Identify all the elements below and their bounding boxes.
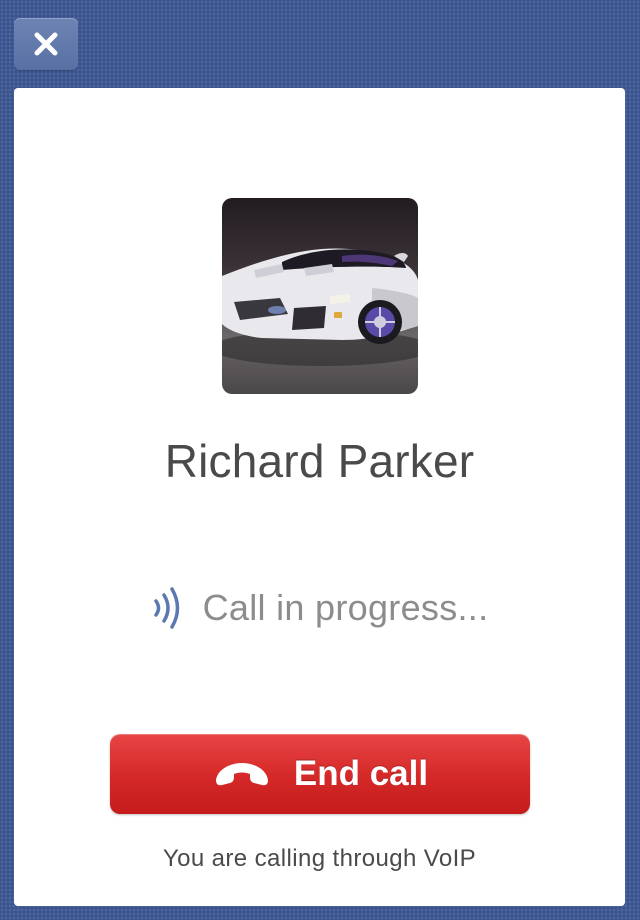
contact-photo xyxy=(222,248,418,366)
call-signal-icon xyxy=(153,587,179,629)
voip-note: You are calling through VoIP xyxy=(162,845,477,872)
contact-avatar xyxy=(222,198,418,394)
close-button[interactable] xyxy=(14,18,78,70)
end-call-label: End call xyxy=(293,754,429,793)
phone-hangup-icon xyxy=(215,763,268,786)
call-status-text: Call in progress... xyxy=(202,587,489,628)
call-card: Richard Parker Call in progress... End c… xyxy=(14,88,625,906)
end-call-button[interactable]: End call xyxy=(110,734,530,814)
close-icon xyxy=(34,32,58,56)
call-status: Call in progress... xyxy=(14,586,625,630)
contact-name: Richard Parker xyxy=(164,435,475,487)
